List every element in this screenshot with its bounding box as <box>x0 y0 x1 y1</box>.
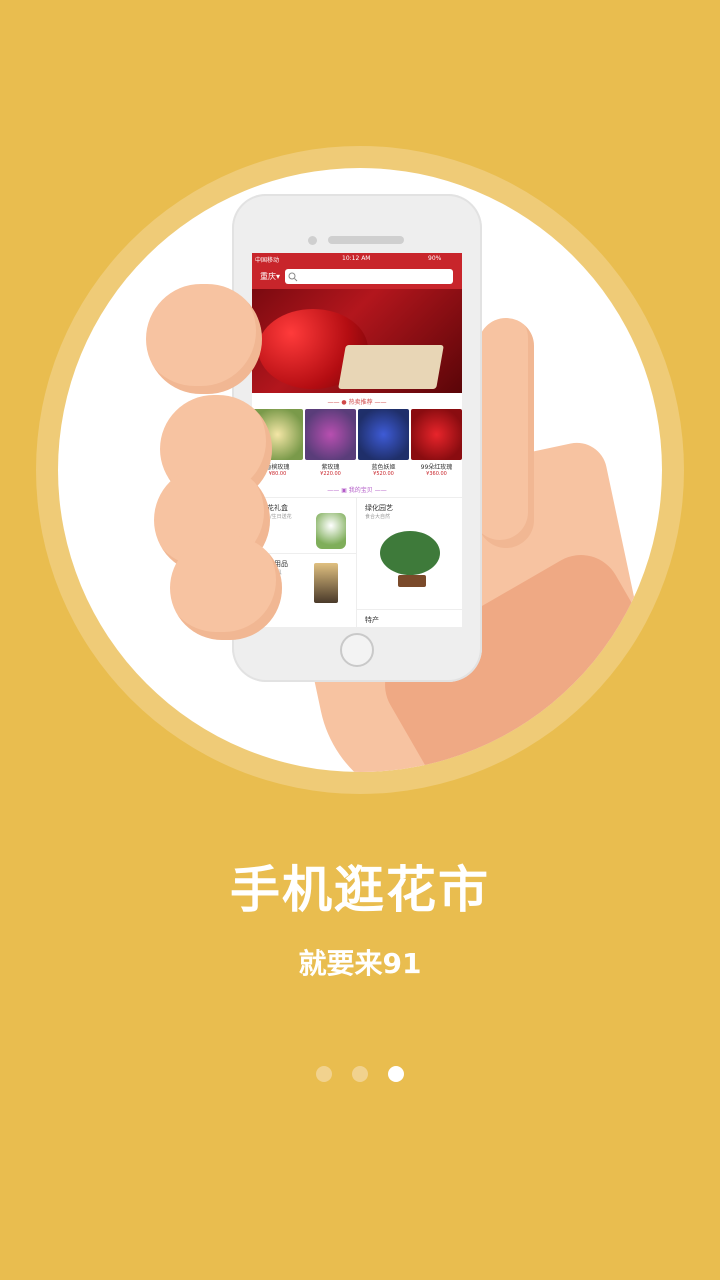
product-item: 99朵红玫瑰 ¥360.00 <box>411 409 462 477</box>
search-icon <box>288 272 298 282</box>
onboarding-title: 手机逛花市 <box>230 861 490 919</box>
phone-speaker <box>328 236 404 244</box>
flower-box-image <box>316 513 346 549</box>
carrier-label: 中国移动 <box>255 257 280 264</box>
hand-thumb <box>478 318 534 548</box>
grid-divider <box>252 497 462 498</box>
product-name: 蓝色妖姬 <box>371 464 396 471</box>
baby-section-title: —— ▣ 我的宝贝 —— <box>327 487 387 494</box>
hot-section-title: —— ● 热卖推荐 —— <box>327 399 387 406</box>
product-name: 99朵红玫瑰 <box>420 464 453 471</box>
search-input <box>285 269 453 284</box>
promo-banner <box>252 289 462 393</box>
battery-label: 90% <box>428 255 442 262</box>
category-desc: 食合大自然 <box>365 514 391 520</box>
pager-dot[interactable] <box>352 1066 368 1082</box>
status-bar: 中国移动 10:12 AM 90% <box>252 253 462 265</box>
city-label: 重庆 <box>260 272 276 281</box>
phone-home-button <box>340 633 374 667</box>
onboarding-subtitle: 就要来91 <box>298 947 422 980</box>
pet-food-image <box>314 563 338 603</box>
product-item: 蓝色妖姬 ¥520.00 <box>358 409 409 477</box>
bonsai-image <box>380 531 440 575</box>
product-price: ¥220.00 <box>320 471 341 477</box>
product-image <box>411 409 462 460</box>
pager-dot-active[interactable] <box>388 1066 404 1082</box>
bonsai-pot <box>398 575 426 587</box>
product-item: 紫玫瑰 ¥220.00 <box>305 409 356 477</box>
pager-dot[interactable] <box>316 1066 332 1082</box>
grid-divider <box>356 497 357 627</box>
category-name: 特产 <box>365 616 379 624</box>
phone-screen: 中国移动 10:12 AM 90% 重庆▾ —— ● 热卖推荐 —— 香槟玫瑰 … <box>252 253 462 627</box>
hand-finger <box>146 284 262 394</box>
product-price: ¥520.00 <box>373 471 394 477</box>
hand-finger <box>170 536 282 640</box>
category-cell: 特产 <box>365 615 379 625</box>
product-image <box>358 409 409 460</box>
phone-camera <box>308 236 317 245</box>
gift-box-image <box>338 345 444 389</box>
grid-divider <box>356 609 462 610</box>
clock-label: 10:12 AM <box>342 255 371 262</box>
search-bar: 重庆▾ <box>252 265 462 289</box>
city-selector: 重庆▾ <box>260 272 281 281</box>
product-image <box>305 409 356 460</box>
product-price: ¥360.00 <box>426 471 447 477</box>
category-cell: 绿化园艺 食合大自然 <box>365 503 393 520</box>
product-name: 紫玫瑰 <box>321 464 340 471</box>
category-name: 绿化园艺 <box>365 504 393 512</box>
